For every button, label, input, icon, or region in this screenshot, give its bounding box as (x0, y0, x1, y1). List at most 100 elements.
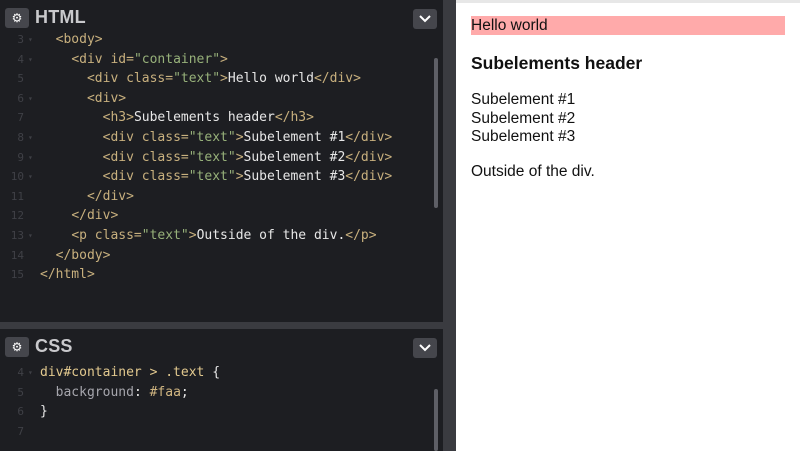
gear-icon: ⚙ (11, 339, 23, 354)
line-number: 7 (17, 424, 24, 438)
code-token: </div> (313, 71, 361, 87)
chevron-down-icon (419, 15, 431, 23)
code-token: "text" (141, 227, 189, 243)
code-text: background: #faa; (40, 383, 189, 403)
code-text: <body> (40, 30, 103, 50)
code-token: Subelements header (133, 110, 275, 126)
code-token: <h3> (102, 110, 134, 126)
code-token: #faa (149, 384, 181, 400)
code-line[interactable]: 5 background: #faa; (0, 383, 443, 403)
code-text: div#container > .text { (40, 363, 220, 383)
code-line[interactable]: 5 <div class="text">Hello world</div> (0, 69, 443, 89)
html-settings-button[interactable]: ⚙ (5, 7, 29, 28)
code-token: Outside of the div. (196, 227, 346, 243)
line-number: 12 (10, 209, 24, 223)
editor-column: ⚙ HTML 3 ▾ <body> 4 ▾ <div id="container"> 5… (0, 0, 443, 451)
code-line[interactable]: 12 </div> (0, 206, 443, 226)
fold-arrow-icon[interactable]: ▾ (28, 148, 33, 168)
code-token: class= (94, 227, 142, 243)
fold-arrow-icon[interactable]: ▾ (28, 30, 33, 50)
code-token: id= (110, 51, 134, 67)
code-line[interactable]: 13 ▾ <p class="text">Outside of the div.<… (0, 226, 443, 246)
code-text: <div class="text">Subelement #1</div> (40, 128, 393, 148)
line-number: 7 (17, 111, 24, 125)
code-token: <div (102, 149, 142, 165)
code-line[interactable]: 9 ▾ <div class="text">Subelement #2</div> (0, 148, 443, 168)
code-text: <h3>Subelements header</h3> (40, 108, 314, 128)
code-token: } (40, 404, 48, 420)
code-line[interactable]: 7 <h3>Subelements header</h3> (0, 108, 443, 128)
code-token: </div> (71, 208, 119, 224)
code-line[interactable]: 4 ▾ <div id="container"> (0, 50, 443, 70)
code-token: Subelement #2 (243, 149, 346, 165)
code-token: Hello world (227, 71, 314, 87)
code-token: </html> (40, 267, 95, 283)
line-number: 6 (17, 405, 24, 419)
html-scrollbar[interactable] (434, 58, 438, 208)
code-line[interactable]: 14 </body> (0, 246, 443, 266)
code-line[interactable]: 3 ▾ <body> (0, 30, 443, 50)
code-line[interactable]: 11 </div> (0, 187, 443, 207)
preview-outside-paragraph: Outside of the div. (471, 163, 595, 180)
fold-arrow-icon[interactable]: ▾ (28, 226, 33, 246)
code-token: > (188, 227, 197, 243)
line-number: 5 (17, 385, 24, 399)
code-token: > (235, 129, 244, 145)
html-panel-title: HTML (35, 7, 86, 27)
code-line[interactable]: 8 ▾ <div class="text">Subelement #1</div> (0, 128, 443, 148)
fold-arrow-icon[interactable]: ▾ (28, 89, 33, 109)
code-token: </div> (345, 129, 393, 145)
html-editor-panel: ⚙ HTML 3 ▾ <body> 4 ▾ <div id="container"> 5… (0, 0, 443, 322)
code-line[interactable]: 7 (0, 422, 443, 442)
code-token: ; (180, 384, 189, 400)
code-token: class= (126, 71, 174, 87)
line-number: 14 (10, 248, 24, 262)
css-collapse-button[interactable] (413, 338, 437, 358)
preview-subelement-3: Subelement #3 (471, 128, 576, 145)
editor-preview-resize-handle[interactable] (443, 0, 456, 451)
code-line[interactable]: 6 ▾ <div> (0, 89, 443, 109)
css-editor-panel: ⚙ CSS 4 ▾ div#container > .text {5 backgro… (0, 329, 443, 451)
fold-arrow-icon[interactable]: ▾ (28, 167, 33, 187)
fold-arrow-icon[interactable]: ▾ (28, 128, 33, 148)
code-token: <div (86, 71, 127, 87)
code-line[interactable]: 10 ▾ <div class="text">Subelement #3</div… (0, 167, 443, 187)
css-scrollbar[interactable] (434, 389, 438, 451)
code-line[interactable]: 4 ▾ div#container > .text { (0, 363, 443, 383)
html-collapse-button[interactable] (413, 9, 437, 29)
fold-arrow-icon[interactable]: ▾ (28, 50, 33, 70)
fold-arrow-icon[interactable]: ▾ (28, 363, 33, 383)
html-code-area[interactable]: 3 ▾ <body> 4 ▾ <div id="container"> 5 <div c… (0, 30, 443, 322)
line-number: 5 (17, 72, 24, 86)
code-text: } (40, 402, 48, 422)
code-text: <div class="text">Subelement #2</div> (40, 148, 393, 168)
code-line[interactable]: 6} (0, 402, 443, 422)
code-token: "text" (188, 169, 236, 185)
code-text: </body> (40, 246, 111, 266)
code-token: <div (71, 51, 111, 67)
code-token: div#container > .text (40, 365, 213, 380)
code-token: Subelement #3 (243, 169, 346, 185)
css-panel-header: ⚙ CSS (0, 329, 443, 364)
code-token: { (212, 365, 221, 380)
css-code-area[interactable]: 4 ▾ div#container > .text {5 background: #… (0, 363, 443, 451)
code-token: background (55, 384, 134, 400)
code-token: </body> (55, 247, 111, 263)
code-token: class= (141, 169, 189, 185)
panel-resize-handle[interactable] (0, 322, 443, 329)
code-token: class= (141, 129, 189, 145)
line-number: 11 (10, 189, 24, 203)
code-line[interactable]: 15 </html> (0, 265, 443, 285)
css-settings-button[interactable]: ⚙ (5, 336, 29, 357)
code-token: </div> (345, 169, 393, 185)
code-token: : (133, 384, 150, 400)
